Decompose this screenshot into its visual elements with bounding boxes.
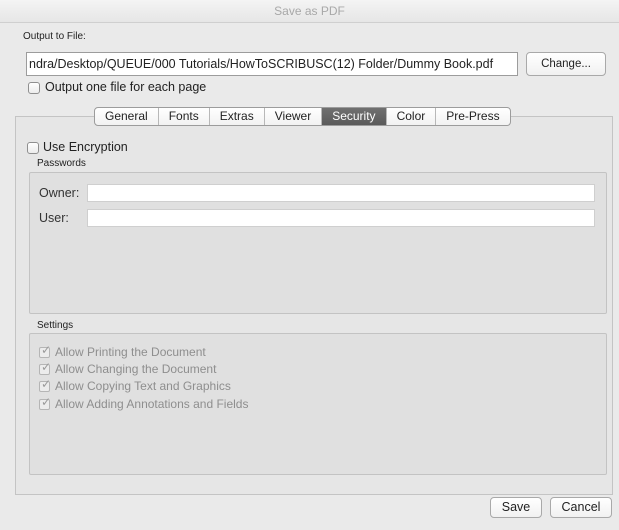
output-to-file-label: Output to File: bbox=[23, 31, 86, 42]
tab-extras[interactable]: Extras bbox=[210, 108, 265, 125]
use-encryption-checkbox[interactable] bbox=[27, 142, 39, 154]
allow-changing-checkbox[interactable]: ✓ bbox=[39, 360, 51, 375]
user-label: User: bbox=[39, 211, 69, 225]
tab-bar: General Fonts Extras Viewer Security Col… bbox=[94, 107, 511, 126]
output-path-field[interactable]: ndra/Desktop/QUEUE/000 Tutorials/HowToSC… bbox=[26, 52, 518, 76]
passwords-label: Passwords bbox=[37, 158, 86, 169]
allow-copying-checkbox[interactable]: ✓ bbox=[39, 377, 51, 392]
use-encryption-label: Use Encryption bbox=[43, 140, 128, 154]
allow-printing-label: Allow Printing the Document bbox=[55, 345, 206, 359]
tab-color[interactable]: Color bbox=[387, 108, 437, 125]
checkmark-icon: ✓ bbox=[41, 343, 52, 357]
checkmark-icon: ✓ bbox=[41, 377, 52, 391]
one-file-per-page-label: Output one file for each page bbox=[45, 80, 207, 94]
window-title: Save as PDF bbox=[0, 0, 619, 23]
allow-printing-checkbox[interactable]: ✓ bbox=[39, 343, 51, 358]
allow-copying-label: Allow Copying Text and Graphics bbox=[55, 379, 231, 393]
allow-annotations-label: Allow Adding Annotations and Fields bbox=[55, 397, 249, 411]
tab-viewer[interactable]: Viewer bbox=[265, 108, 323, 125]
tab-pre-press[interactable]: Pre-Press bbox=[436, 108, 509, 125]
owner-password-input[interactable] bbox=[87, 184, 595, 202]
checkmark-icon: ✓ bbox=[41, 360, 52, 374]
checkmark-icon: ✓ bbox=[41, 395, 52, 409]
settings-label: Settings bbox=[37, 320, 74, 331]
one-file-per-page-checkbox[interactable] bbox=[28, 82, 40, 94]
owner-label: Owner: bbox=[39, 186, 80, 200]
allow-changing-label: Allow Changing the Document bbox=[55, 362, 217, 376]
cancel-button[interactable]: Cancel bbox=[550, 497, 612, 518]
tab-fonts[interactable]: Fonts bbox=[159, 108, 210, 125]
user-password-input[interactable] bbox=[87, 209, 595, 227]
allow-annotations-checkbox[interactable]: ✓ bbox=[39, 395, 51, 410]
tab-security[interactable]: Security bbox=[322, 108, 387, 125]
tab-general[interactable]: General bbox=[95, 108, 159, 125]
change-button[interactable]: Change... bbox=[526, 52, 606, 76]
save-button[interactable]: Save bbox=[490, 497, 542, 518]
